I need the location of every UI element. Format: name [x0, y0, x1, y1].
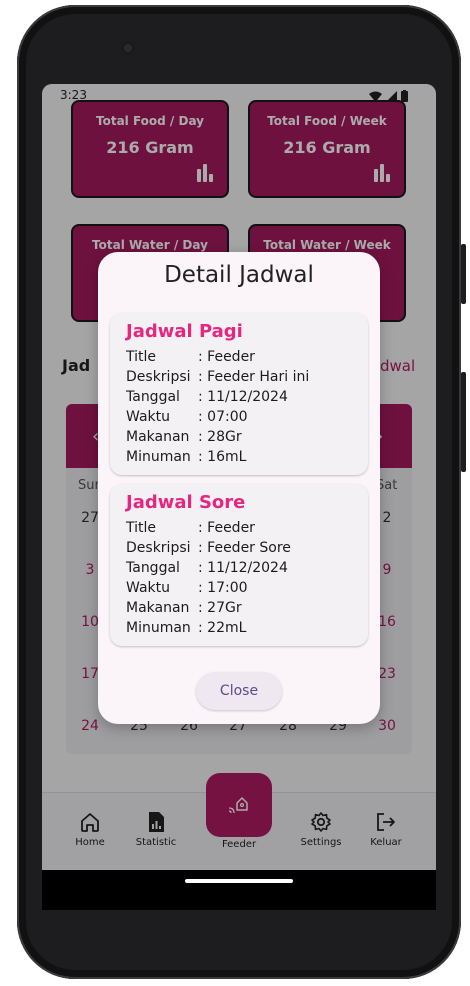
schedule-row-value: : Feeder Hari ini — [198, 369, 310, 385]
close-button[interactable]: Close — [196, 672, 282, 710]
schedule-row: Waktu : 07:00 — [126, 409, 248, 425]
volume-button — [461, 372, 466, 472]
schedule-row-key: Minuman — [126, 449, 191, 465]
schedule-row: Tanggal : 11/12/2024 — [126, 560, 288, 576]
schedule-row-value: : 28Gr — [198, 429, 242, 445]
schedule-row-value: : 11/12/2024 — [198, 560, 288, 576]
schedule-row-value: : 11/12/2024 — [198, 389, 288, 405]
schedule-row-value: : 27Gr — [198, 600, 242, 616]
schedule-row: Title : Feeder — [126, 349, 255, 365]
schedule-row: Waktu : 17:00 — [126, 580, 248, 596]
schedule-row-key: Waktu — [126, 580, 170, 596]
schedule-row: Makanan : 28Gr — [126, 429, 242, 445]
schedule-row: Minuman : 16mL — [126, 449, 246, 465]
schedule-row-value: : 16mL — [198, 449, 247, 465]
schedule-heading: Jadwal Pagi — [126, 321, 243, 342]
schedule-row-key: Waktu — [126, 409, 170, 425]
app-screen: 3:23 Total Food / Day 216 Gram Total Foo… — [42, 84, 436, 870]
detail-dialog: Detail Jadwal Jadwal Pagi Title : Feeder … — [98, 252, 380, 724]
schedule-row-value: : Feeder Sore — [198, 540, 291, 556]
bottom-bezel — [42, 870, 436, 910]
home-indicator[interactable] — [185, 879, 293, 883]
schedule-row-key: Tanggal — [126, 560, 180, 576]
schedule-row-key: Minuman — [126, 620, 191, 636]
schedule-row-value: : Feeder — [198, 520, 255, 536]
schedule-row-key: Title — [126, 520, 157, 536]
front-camera — [121, 41, 135, 55]
schedule-row-key: Deskripsi — [126, 540, 191, 556]
schedule-row: Deskripsi : Feeder Hari ini — [126, 369, 309, 385]
dialog-title: Detail Jadwal — [164, 262, 314, 288]
schedule-row: Title : Feeder — [126, 520, 255, 536]
schedule-row: Tanggal : 11/12/2024 — [126, 389, 288, 405]
schedule-row-value: : 22mL — [198, 620, 247, 636]
schedule-row-value: : 17:00 — [198, 580, 248, 596]
schedule-row: Minuman : 22mL — [126, 620, 246, 636]
schedule-row: Deskripsi : Feeder Sore — [126, 540, 291, 556]
schedule-row-key: Makanan — [126, 600, 190, 616]
schedule-row-key: Tanggal — [126, 389, 180, 405]
schedule-card-pagi: Jadwal Pagi Title : Feeder Deskripsi : Fee… — [110, 313, 368, 475]
schedule-heading: Jadwal Sore — [126, 492, 246, 513]
schedule-card-sore: Jadwal Sore Title : Feeder Deskripsi : Fee… — [110, 484, 368, 646]
schedule-row-value: : Feeder — [198, 349, 255, 365]
schedule-row-key: Makanan — [126, 429, 190, 445]
schedule-row: Makanan : 27Gr — [126, 600, 242, 616]
schedule-row-key: Deskripsi — [126, 369, 191, 385]
schedule-row-key: Title — [126, 349, 157, 365]
power-button — [461, 244, 466, 304]
schedule-row-value: : 07:00 — [198, 409, 248, 425]
